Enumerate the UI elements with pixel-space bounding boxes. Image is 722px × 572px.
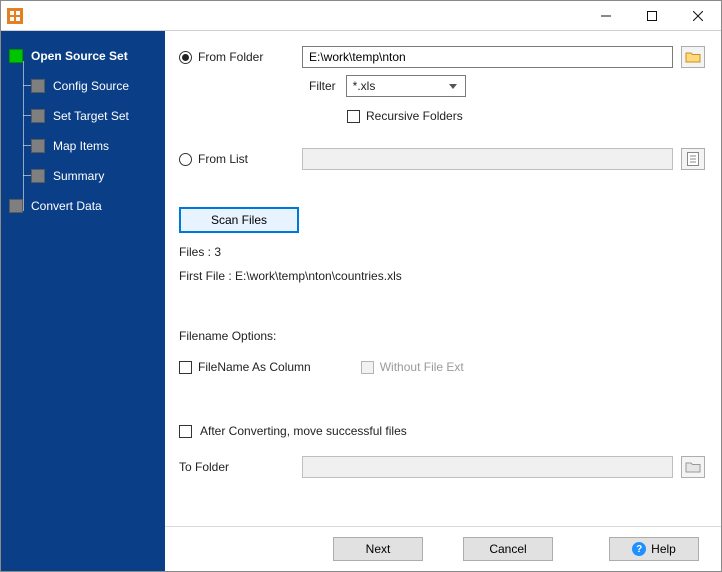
from-list-radio-group[interactable]: From List <box>179 152 294 166</box>
scan-files-button[interactable]: Scan Files <box>179 207 299 233</box>
app-icon <box>7 8 23 24</box>
filename-as-column-group[interactable]: FileName As Column <box>179 360 311 374</box>
filter-label: Filter <box>309 79 336 93</box>
footer-bar: Next Cancel ? Help <box>165 526 721 571</box>
wizard-step-set-target-set[interactable]: Set Target Set <box>9 101 159 131</box>
maximize-icon <box>647 11 657 21</box>
folder-open-icon <box>685 50 701 64</box>
from-folder-row: From Folder <box>179 45 705 69</box>
step-indicator-icon <box>9 49 23 63</box>
content-area: From Folder Filter *.xls <box>165 31 721 526</box>
wizard-step-convert-data[interactable]: Convert Data <box>9 191 159 221</box>
browse-list-button[interactable] <box>681 148 705 170</box>
help-icon: ? <box>632 542 646 556</box>
wizard-step-summary[interactable]: Summary <box>9 161 159 191</box>
wizard-step-label: Open Source Set <box>31 49 128 63</box>
window-controls <box>583 1 721 31</box>
step-indicator-icon <box>31 169 45 183</box>
from-list-input <box>302 148 673 170</box>
recursive-checkbox[interactable] <box>347 110 360 123</box>
help-label: Help <box>651 542 676 556</box>
wizard-tree: Open Source Set Config Source Set Target… <box>9 41 159 221</box>
help-button[interactable]: ? Help <box>609 537 699 561</box>
close-button[interactable] <box>675 1 721 31</box>
file-list-icon <box>686 152 700 166</box>
to-folder-row: To Folder <box>179 455 705 479</box>
body: Open Source Set Config Source Set Target… <box>1 31 721 571</box>
recursive-row: Recursive Folders <box>179 109 705 123</box>
next-label: Next <box>366 542 391 556</box>
cancel-button[interactable]: Cancel <box>463 537 553 561</box>
browse-to-folder-button[interactable] <box>681 456 705 478</box>
cancel-label: Cancel <box>489 542 526 556</box>
step-indicator-icon <box>31 139 45 153</box>
filename-options-row: FileName As Column Without File Ext <box>179 355 705 379</box>
close-icon <box>693 11 703 21</box>
wizard-step-open-source-set[interactable]: Open Source Set <box>9 41 159 71</box>
filter-row: Filter *.xls <box>179 75 705 97</box>
first-file-label: First File : E:\work\temp\nton\countries… <box>179 269 705 283</box>
browse-folder-button[interactable] <box>681 46 705 68</box>
to-folder-input <box>302 456 673 478</box>
step-indicator-icon <box>9 199 23 213</box>
filename-options-heading: Filename Options: <box>179 329 705 343</box>
from-folder-radio-group[interactable]: From Folder <box>179 50 294 64</box>
from-list-row: From List <box>179 147 705 171</box>
folder-path-input[interactable] <box>302 46 673 68</box>
filter-value: *.xls <box>353 79 439 93</box>
without-ext-label: Without File Ext <box>380 360 464 374</box>
after-convert-checkbox[interactable] <box>179 425 192 438</box>
from-folder-radio[interactable] <box>179 51 192 64</box>
step-indicator-icon <box>31 109 45 123</box>
tree-vline <box>23 61 24 211</box>
app-window: Open Source Set Config Source Set Target… <box>0 0 722 572</box>
main-panel: From Folder Filter *.xls <box>165 31 721 571</box>
wizard-step-label: Summary <box>53 169 104 183</box>
titlebar-left <box>1 8 23 24</box>
step-indicator-icon <box>31 79 45 93</box>
folder-icon <box>685 460 701 474</box>
filter-combobox[interactable]: *.xls <box>346 75 466 97</box>
scan-files-label: Scan Files <box>211 213 267 227</box>
files-count-label: Files : 3 <box>179 245 705 259</box>
filename-as-column-label: FileName As Column <box>198 360 311 374</box>
from-list-label: From List <box>198 152 248 166</box>
minimize-icon <box>601 11 611 21</box>
to-folder-label: To Folder <box>179 460 229 474</box>
minimize-button[interactable] <box>583 1 629 31</box>
wizard-step-config-source[interactable]: Config Source <box>9 71 159 101</box>
chevron-down-icon <box>445 79 461 93</box>
next-button[interactable]: Next <box>333 537 423 561</box>
filename-as-column-checkbox[interactable] <box>179 361 192 374</box>
wizard-step-map-items[interactable]: Map Items <box>9 131 159 161</box>
wizard-sidebar: Open Source Set Config Source Set Target… <box>1 31 165 571</box>
from-list-radio[interactable] <box>179 153 192 166</box>
wizard-step-label: Map Items <box>53 139 109 153</box>
titlebar <box>1 1 721 31</box>
to-folder-label-wrap: To Folder <box>179 460 294 474</box>
wizard-step-label: Convert Data <box>31 199 102 213</box>
after-convert-row: After Converting, move successful files <box>179 419 705 443</box>
wizard-step-label: Config Source <box>53 79 129 93</box>
scan-row: Scan Files <box>179 207 705 233</box>
recursive-label: Recursive Folders <box>366 109 463 123</box>
without-ext-group: Without File Ext <box>361 360 464 374</box>
from-folder-label: From Folder <box>198 50 263 64</box>
without-ext-checkbox <box>361 361 374 374</box>
maximize-button[interactable] <box>629 1 675 31</box>
after-convert-label: After Converting, move successful files <box>200 424 407 438</box>
wizard-step-label: Set Target Set <box>53 109 129 123</box>
